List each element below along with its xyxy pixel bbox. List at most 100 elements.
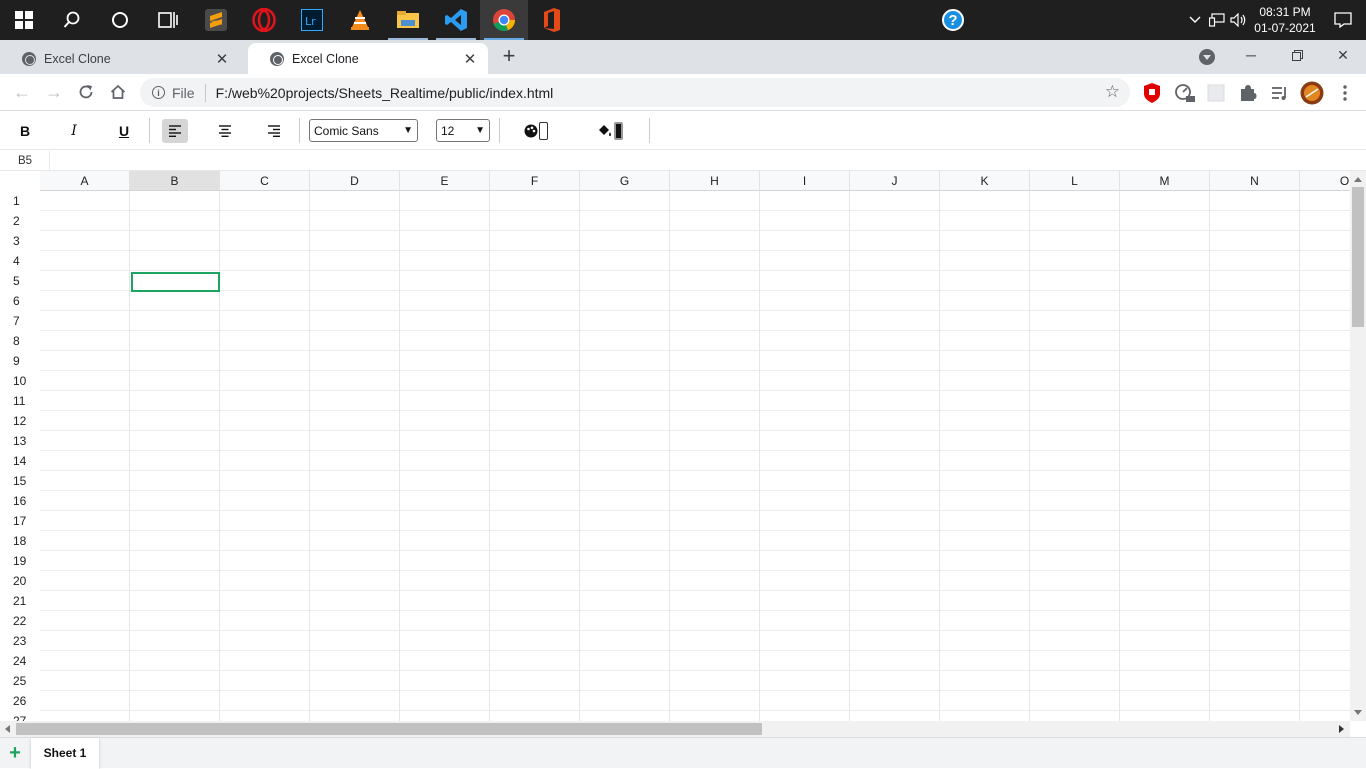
profile-avatar[interactable] [1300, 81, 1324, 105]
row-header[interactable]: 21 [0, 591, 40, 611]
scroll-right-icon[interactable] [1339, 725, 1344, 733]
cell-area[interactable] [40, 191, 1350, 721]
browser-tab[interactable]: Excel Clone ✕ [0, 43, 240, 74]
italic-button[interactable]: I [61, 119, 87, 143]
help-icon[interactable]: ? [942, 9, 964, 31]
column-header[interactable]: K [940, 171, 1030, 191]
row-header[interactable]: 22 [0, 611, 40, 631]
column-header[interactable]: N [1210, 171, 1300, 191]
media-control-icon[interactable] [1269, 82, 1291, 104]
font-size-select[interactable]: 12 ▼ [436, 119, 490, 142]
row-header[interactable]: 26 [0, 691, 40, 711]
row-header[interactable]: 25 [0, 671, 40, 691]
scroll-thumb[interactable] [16, 723, 762, 735]
column-header[interactable]: L [1030, 171, 1120, 191]
row-header[interactable]: 27 [0, 711, 40, 721]
windows-start-icon[interactable] [0, 0, 48, 40]
restore-button[interactable] [1274, 40, 1320, 70]
notification-icon[interactable] [1320, 0, 1366, 40]
column-header[interactable]: H [670, 171, 760, 191]
new-tab-button[interactable]: + [498, 45, 520, 67]
text-color-button[interactable] [524, 119, 548, 143]
column-header[interactable]: B [130, 171, 220, 191]
row-header[interactable]: 15 [0, 471, 40, 491]
row-header[interactable]: 6 [0, 291, 40, 311]
address-bar[interactable]: i File F:/web%20projects/Sheets_Realtime… [140, 78, 1130, 107]
sheet-tab[interactable]: Sheet 1 [31, 738, 99, 769]
cell-address[interactable]: B5 [0, 151, 50, 171]
row-header[interactable]: 18 [0, 531, 40, 551]
close-tab-icon[interactable]: ✕ [214, 50, 230, 68]
align-left-button[interactable] [162, 119, 188, 143]
column-header[interactable]: I [760, 171, 850, 191]
column-header[interactable]: G [580, 171, 670, 191]
puzzle-icon[interactable] [1237, 82, 1259, 104]
extension-placeholder-icon[interactable] [1205, 82, 1227, 104]
row-header[interactable]: 10 [0, 371, 40, 391]
sublime-text-icon[interactable] [192, 0, 240, 40]
info-icon[interactable]: i [152, 86, 165, 99]
row-header[interactable]: 8 [0, 331, 40, 351]
scroll-thumb[interactable] [1352, 187, 1364, 327]
row-header[interactable]: 14 [0, 451, 40, 471]
row-header[interactable]: 4 [0, 251, 40, 271]
row-header[interactable]: 1 [0, 191, 40, 211]
chrome-icon[interactable] [480, 0, 528, 40]
speed-icon[interactable] [1174, 82, 1196, 104]
scroll-down-icon[interactable] [1354, 710, 1362, 715]
menu-dots-icon[interactable] [1334, 82, 1356, 104]
row-header[interactable]: 11 [0, 391, 40, 411]
volume-icon[interactable] [1228, 0, 1250, 40]
task-view-icon[interactable] [144, 0, 192, 40]
align-right-button[interactable] [261, 119, 287, 143]
forward-icon[interactable]: → [42, 80, 66, 104]
scroll-up-icon[interactable] [1354, 177, 1362, 182]
row-header[interactable]: 7 [0, 311, 40, 331]
back-icon[interactable]: ← [10, 80, 34, 104]
active-cell[interactable] [131, 272, 220, 292]
vlc-icon[interactable] [336, 0, 384, 40]
ublock-icon[interactable] [1141, 82, 1163, 104]
column-header[interactable]: A [40, 171, 130, 191]
row-header[interactable]: 23 [0, 631, 40, 651]
column-header[interactable]: F [490, 171, 580, 191]
underline-button[interactable]: U [111, 119, 137, 143]
formula-input[interactable] [51, 151, 1361, 171]
row-header[interactable]: 9 [0, 351, 40, 371]
close-window-button[interactable]: ✕ [1320, 40, 1366, 70]
column-header[interactable]: C [220, 171, 310, 191]
column-header[interactable]: E [400, 171, 490, 191]
tab-search-icon[interactable] [1199, 49, 1215, 65]
row-header[interactable]: 24 [0, 651, 40, 671]
font-family-select[interactable]: Comic Sans ▼ [309, 119, 418, 142]
add-sheet-button[interactable]: + [6, 743, 24, 763]
minimize-button[interactable]: ─ [1228, 40, 1274, 70]
row-header[interactable]: 13 [0, 431, 40, 451]
column-header[interactable]: M [1120, 171, 1210, 191]
fill-color-button[interactable] [598, 119, 623, 143]
cortana-icon[interactable] [96, 0, 144, 40]
lightroom-icon[interactable]: Lr [288, 0, 336, 40]
chevron-up-icon[interactable] [1184, 0, 1206, 40]
horizontal-scrollbar[interactable] [0, 721, 1350, 737]
row-header[interactable]: 12 [0, 411, 40, 431]
row-header[interactable]: 19 [0, 551, 40, 571]
row-header[interactable]: 16 [0, 491, 40, 511]
vertical-scrollbar[interactable] [1350, 171, 1366, 721]
row-header[interactable]: 3 [0, 231, 40, 251]
browser-tab-active[interactable]: Excel Clone ✕ [248, 43, 488, 74]
close-tab-icon[interactable]: ✕ [462, 50, 478, 68]
bold-button[interactable]: B [12, 119, 38, 143]
network-icon[interactable] [1206, 0, 1228, 40]
vs-code-icon[interactable] [432, 0, 480, 40]
grid-corner[interactable] [0, 171, 40, 191]
office-icon[interactable] [528, 0, 576, 40]
clock[interactable]: 08:31 PM 01-07-2021 [1250, 4, 1320, 36]
row-header[interactable]: 5 [0, 271, 40, 291]
column-header[interactable]: D [310, 171, 400, 191]
column-header[interactable]: J [850, 171, 940, 191]
opera-icon[interactable] [240, 0, 288, 40]
row-header[interactable]: 17 [0, 511, 40, 531]
column-header[interactable]: O [1300, 171, 1350, 191]
scroll-left-icon[interactable] [5, 725, 10, 733]
